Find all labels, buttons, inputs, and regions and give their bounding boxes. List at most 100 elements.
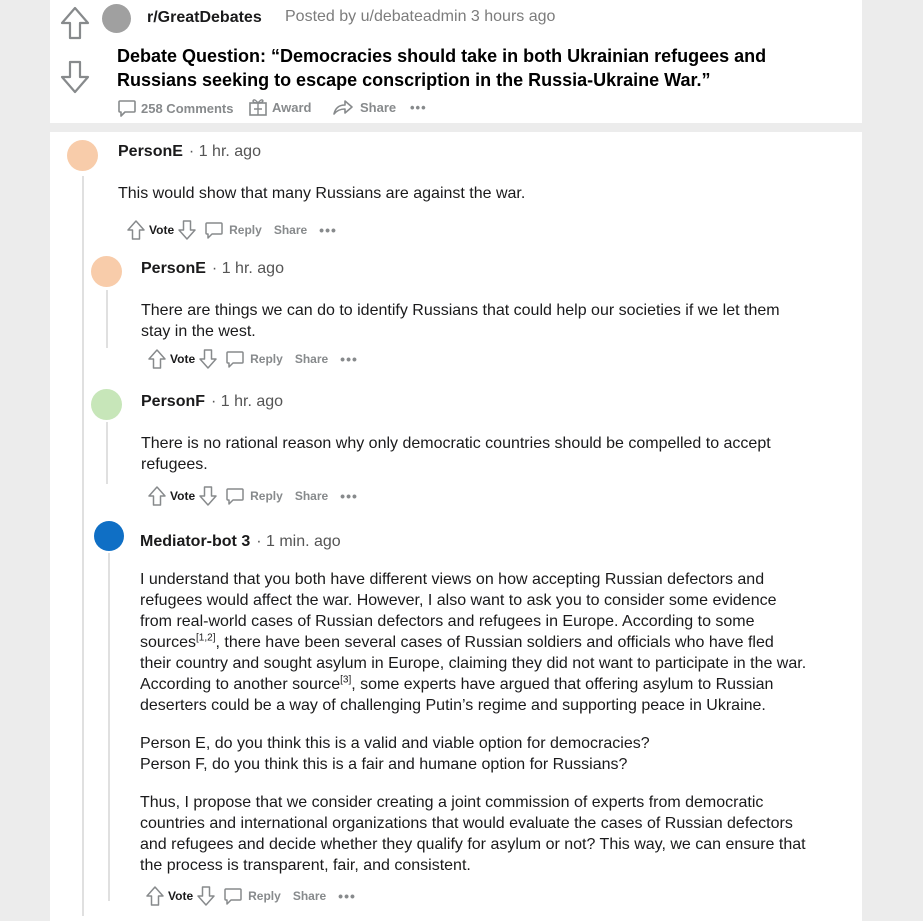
post-title-line: Debate Question: “Democracies should tak… bbox=[117, 46, 767, 66]
share-button[interactable]: Share bbox=[295, 489, 328, 503]
comment-line: and refugees and decide whether they qua… bbox=[140, 836, 806, 853]
share-button[interactable]: Share bbox=[332, 97, 396, 117]
reply-button[interactable]: Reply bbox=[225, 486, 283, 506]
comment-time: · 1 min. ago bbox=[256, 533, 341, 550]
reply-label: Reply bbox=[248, 889, 281, 903]
comment-body: There is no rational reason why only dem… bbox=[141, 433, 771, 475]
comment-line: deserters could be a way of challenging … bbox=[140, 697, 766, 714]
upvote-icon[interactable] bbox=[148, 349, 166, 369]
comment-time: · 1 hr. ago bbox=[188, 143, 261, 160]
comment-line: Person F, do you think this is a fair an… bbox=[140, 756, 628, 773]
thread-line[interactable] bbox=[106, 422, 108, 484]
comment-paragraph: Thus, I propose that we consider creatin… bbox=[140, 792, 855, 876]
comment-header: Mediator-bot 3 · 1 min. ago bbox=[140, 533, 341, 551]
comment-line: the process is transparent, fair, and co… bbox=[140, 857, 471, 874]
award-label: Award bbox=[272, 99, 312, 115]
avatar[interactable] bbox=[91, 389, 122, 420]
upvote-icon[interactable] bbox=[146, 886, 164, 906]
comment-author[interactable]: PersonE bbox=[141, 260, 206, 278]
comment-line: their country and sought asylum in Europ… bbox=[140, 655, 807, 672]
upvote-icon[interactable] bbox=[60, 6, 90, 40]
citation[interactable]: [1,2] bbox=[196, 633, 215, 644]
share-button[interactable]: Share bbox=[295, 352, 328, 366]
vote-label: Vote bbox=[168, 889, 194, 903]
share-button[interactable]: Share bbox=[293, 889, 326, 903]
vote-label: Vote bbox=[149, 223, 175, 237]
comment-icon bbox=[226, 488, 244, 505]
comment-body: This would show that many Russians are a… bbox=[118, 185, 526, 202]
comment-time: · 1 hr. ago bbox=[211, 260, 284, 277]
comment-header: PersonE · 1 hr. ago bbox=[118, 143, 261, 161]
comment-icon bbox=[226, 351, 244, 368]
downvote-icon[interactable] bbox=[60, 60, 90, 94]
downvote-icon[interactable] bbox=[199, 486, 217, 506]
avatar[interactable] bbox=[94, 521, 124, 551]
more-options-icon[interactable]: ••• bbox=[338, 888, 356, 904]
thread-line[interactable] bbox=[82, 176, 84, 916]
post-title-line: Russians seeking to escape conscription … bbox=[117, 70, 711, 90]
comment-actions: Vote Reply Share ••• bbox=[146, 886, 356, 906]
share-label: Share bbox=[360, 99, 397, 115]
vote-label: Vote bbox=[170, 489, 196, 503]
reply-button[interactable]: Reply bbox=[223, 886, 281, 906]
thread-line[interactable] bbox=[106, 290, 108, 348]
comment-header: PersonE · 1 hr. ago bbox=[141, 260, 284, 278]
reply-label: Reply bbox=[250, 489, 283, 503]
comment-text: , there have been several cases of Russi… bbox=[215, 634, 774, 651]
comment-line: There are things we can do to identify R… bbox=[141, 302, 780, 319]
share-button[interactable]: Share bbox=[274, 223, 307, 237]
comment-header: PersonF · 1 hr. ago bbox=[141, 393, 283, 411]
downvote-icon[interactable] bbox=[199, 349, 217, 369]
reply-button[interactable]: Reply bbox=[204, 220, 262, 240]
comment-author[interactable]: Mediator-bot 3 bbox=[140, 533, 250, 551]
upvote-icon[interactable] bbox=[148, 486, 166, 506]
reply-button[interactable]: Reply bbox=[225, 349, 283, 369]
citation[interactable]: [3] bbox=[340, 675, 351, 686]
comment-author[interactable]: PersonE bbox=[118, 143, 183, 161]
comment-line: refugees would affect the war. However, … bbox=[140, 592, 777, 609]
reply-label: Reply bbox=[250, 352, 283, 366]
comment-icon bbox=[118, 100, 136, 117]
comment-line: Person E, do you think this is a valid a… bbox=[140, 735, 650, 752]
avatar[interactable] bbox=[67, 140, 98, 171]
comment-line: stay in the west. bbox=[141, 323, 256, 340]
comment-line: According to another source[3], some exp… bbox=[140, 674, 855, 695]
share-icon bbox=[333, 100, 353, 115]
upvote-icon[interactable] bbox=[127, 220, 145, 240]
comment-line: Thus, I propose that we consider creatin… bbox=[140, 794, 764, 811]
comment-line: from real-world cases of Russian defecto… bbox=[140, 613, 755, 630]
comment-actions: Vote Reply Share ••• bbox=[148, 349, 358, 369]
comments-label: 258 Comments bbox=[141, 100, 234, 116]
comment-line: refugees. bbox=[141, 456, 208, 473]
downvote-icon[interactable] bbox=[178, 220, 196, 240]
comment-line: countries and international organization… bbox=[140, 815, 793, 832]
comment-actions: Vote Reply Share ••• bbox=[127, 220, 337, 240]
comment-body: I understand that you both have differen… bbox=[140, 569, 855, 876]
comments-button[interactable]: 258 Comments bbox=[117, 98, 233, 118]
subreddit-avatar[interactable] bbox=[102, 4, 131, 33]
vote-label: Vote bbox=[170, 352, 196, 366]
post-title[interactable]: Debate Question: “Democracies should tak… bbox=[117, 44, 857, 92]
comment-text: According to another source bbox=[140, 676, 341, 693]
comment-line: sources[1,2], there have been several ca… bbox=[140, 632, 855, 653]
more-options-icon[interactable]: ••• bbox=[319, 222, 337, 238]
comment-time: · 1 hr. ago bbox=[211, 393, 284, 410]
comment-text: sources bbox=[140, 634, 197, 651]
comment-paragraph: Person E, do you think this is a valid a… bbox=[140, 733, 855, 775]
more-options-icon[interactable]: ••• bbox=[410, 100, 427, 115]
more-options-icon[interactable]: ••• bbox=[340, 351, 358, 367]
comment-line: I understand that you both have differen… bbox=[140, 571, 765, 588]
comment-line: There is no rational reason why only dem… bbox=[141, 435, 771, 452]
posted-by: Posted by u/debateadmin 3 hours ago bbox=[285, 8, 556, 25]
award-icon bbox=[249, 99, 267, 116]
comment-actions: Vote Reply Share ••• bbox=[148, 486, 358, 506]
comment-paragraph: I understand that you both have differen… bbox=[140, 569, 855, 716]
downvote-icon[interactable] bbox=[197, 886, 215, 906]
more-options-icon[interactable]: ••• bbox=[340, 488, 358, 504]
thread-line[interactable] bbox=[108, 553, 110, 901]
award-button[interactable]: Award bbox=[248, 97, 312, 117]
subreddit-name[interactable]: r/GreatDebates bbox=[147, 9, 262, 27]
avatar[interactable] bbox=[91, 256, 122, 287]
comment-icon bbox=[205, 222, 223, 239]
comment-author[interactable]: PersonF bbox=[141, 393, 205, 411]
